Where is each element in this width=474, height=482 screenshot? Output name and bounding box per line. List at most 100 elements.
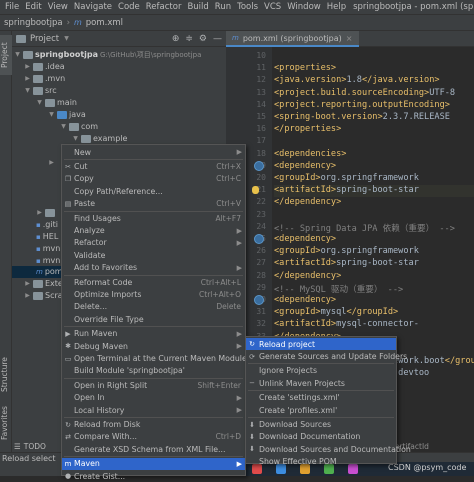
tree-root[interactable]: ▼ springbootjpa G:\GitHub\项目\springbootj… <box>14 49 201 61</box>
context-menu-item-paste[interactable]: ▤ Paste Ctrl+V <box>62 198 245 210</box>
file-icon: ▪ <box>36 244 41 253</box>
maven-icon: m <box>64 459 72 468</box>
context-menu-item-maven[interactable]: m Maven ▶ <box>62 457 245 470</box>
maven-menu-item-show-effective-pom[interactable]: Show Effective POM <box>246 456 396 468</box>
context-menu-item-new[interactable]: New ▶ <box>62 146 245 158</box>
folder-icon <box>33 62 43 71</box>
maven-menu-item-create-profiles-xml[interactable]: Create 'profiles.xml' <box>246 404 396 416</box>
tab-pom-xml[interactable]: m pom.xml (springbootjpa) × <box>226 31 359 47</box>
menu-edit[interactable]: Edit <box>22 0 44 14</box>
tree-item-mvnw-cmd[interactable]: ▪ mvn <box>36 255 60 267</box>
tree-item-mvn[interactable]: ▶ .mvn <box>24 73 65 85</box>
line-number: 15 <box>256 112 266 121</box>
context-menu-item-generate-xsd-schema-from-xml-file[interactable]: Generate XSD Schema from XML File... <box>62 443 245 455</box>
tree-item-mvnw[interactable]: ▪ mvn <box>36 243 60 255</box>
context-menu-item-reload-from-disk[interactable]: ↻ Reload from Disk <box>62 418 245 430</box>
menu-window[interactable]: Window <box>284 0 324 14</box>
maven-menu-item-unlink-maven-projects[interactable]: − Unlink Maven Projects <box>246 377 396 389</box>
maven-menu-item-download-sources[interactable]: ⬇ Download Sources <box>246 418 396 430</box>
context-menu-item-create-gist[interactable]: ● Create Gist... <box>62 470 245 482</box>
context-menu-item-run-maven[interactable]: ▶ Run Maven ▶ <box>62 328 245 340</box>
line-number: 31 <box>256 307 266 317</box>
chevron-right-icon: ▶ <box>236 329 242 338</box>
tree-item-java[interactable]: ▼ java <box>48 109 86 121</box>
collapse-icon[interactable]: ≑ <box>185 31 193 46</box>
menu-item-label: Validate <box>74 250 106 260</box>
tree-item-help[interactable]: ▪ HEL <box>36 231 58 243</box>
context-menu-item-open-in[interactable]: Open In ▶ <box>62 392 245 404</box>
tree-item-test[interactable]: ▶ <box>36 207 55 219</box>
tab-structure[interactable]: Structure <box>0 351 12 399</box>
maven-menu-item-create-settings-xml[interactable]: Create 'settings.xml' <box>246 392 396 404</box>
menu-code[interactable]: Code <box>115 0 143 14</box>
tree-item-main[interactable]: ▼ main <box>36 97 77 109</box>
chevron-right-icon: ▶ <box>25 75 30 83</box>
menu-build[interactable]: Build <box>184 0 211 14</box>
context-menu-item-reformat-code[interactable]: Reformat Code Ctrl+Alt+L <box>62 276 245 288</box>
tree-item-com[interactable]: ▼ com <box>60 121 98 133</box>
context-menu-item-cut[interactable]: ✂ Cut Ctrl+X <box>62 160 245 172</box>
tree-item-idea[interactable]: ▶ .idea <box>24 61 64 73</box>
menu-vcs[interactable]: VCS <box>261 0 284 14</box>
tree-item-src[interactable]: ▼ src <box>24 85 57 97</box>
maven-dependency-icon[interactable] <box>254 234 264 244</box>
menu-navigate[interactable]: Navigate <box>71 0 115 14</box>
hide-icon[interactable]: — <box>213 31 222 46</box>
context-menu-item-add-to-favorites[interactable]: Add to Favorites ▶ <box>62 262 245 274</box>
menu-refactor[interactable]: Refactor <box>143 0 185 14</box>
context-menu-item-override-file-type[interactable]: Override File Type <box>62 313 245 325</box>
todo-icon: ☰ <box>14 441 21 451</box>
menu-help[interactable]: Help <box>324 0 349 14</box>
tab-favorites[interactable]: Favorites <box>0 401 12 445</box>
context-menu-item-analyze[interactable]: Analyze ▶ <box>62 224 245 236</box>
maven-menu-item-generate-sources-and-update-folders[interactable]: ⟳ Generate Sources and Update Folders <box>246 350 407 362</box>
context-menu-item-delete[interactable]: Delete... Delete <box>62 301 245 313</box>
maven-dependency-icon[interactable] <box>254 295 264 305</box>
context-menu-item-compare-with[interactable]: ⇄ Compare With... Ctrl+D <box>62 431 245 443</box>
chevron-down-icon[interactable]: ▼ <box>63 35 70 42</box>
context-menu-item-validate[interactable]: Validate <box>62 249 245 261</box>
project-panel-title[interactable]: Project <box>30 34 59 44</box>
context-menu-item-copy-path-reference[interactable]: Copy Path/Reference... <box>62 185 245 197</box>
line-number: 22 <box>256 197 266 207</box>
menu-view[interactable]: View <box>45 0 71 14</box>
close-icon[interactable]: × <box>346 34 353 43</box>
lightbulb-icon[interactable] <box>252 186 259 195</box>
gear-icon[interactable]: ⚙ <box>199 31 207 46</box>
menu-item-label: Create 'profiles.xml' <box>259 405 338 415</box>
shortcut-label: Ctrl+D <box>215 432 241 442</box>
context-menu-item-find-usages[interactable]: Find Usages Alt+F7 <box>62 212 245 224</box>
tree-item-example[interactable]: ▼ example <box>72 133 127 145</box>
context-menu-item-open-terminal-at-the-current-maven-module-path[interactable]: ▭ Open Terminal at the Current Maven Modu… <box>62 352 267 364</box>
nav-project[interactable]: springbootjpa <box>4 18 63 28</box>
tree-item-gitignore[interactable]: ▪ .giti <box>36 219 58 231</box>
menu-tools[interactable]: Tools <box>234 0 261 14</box>
context-menu-item-debug-maven[interactable]: ✱ Debug Maven ▶ <box>62 340 245 352</box>
menu-item-label: Reformat Code <box>74 277 133 287</box>
menu-item-label: Build Module 'springbootjpa' <box>74 366 185 376</box>
tab-todo[interactable]: TODO <box>24 442 46 451</box>
maven-menu-item-download-sources-and-documentation[interactable]: ⬇ Download Sources and Documentation <box>246 443 411 455</box>
tree-item-pom[interactable]: m pom <box>12 266 63 278</box>
nav-file[interactable]: pom.xml <box>86 18 123 28</box>
code-line: <dependency> <box>274 160 337 171</box>
maven-menu-item-ignore-projects[interactable]: Ignore Projects <box>246 365 396 377</box>
maven-menu-item-reload-project[interactable]: ↻ Reload project <box>246 338 396 351</box>
menu-item-label: Download Sources <box>259 420 332 430</box>
maven-menu-item-download-documentation[interactable]: ⬇ Download Documentation <box>246 431 396 443</box>
context-menu-item-copy[interactable]: ❐ Copy Ctrl+C <box>62 173 245 185</box>
folder-icon <box>45 98 55 107</box>
tree-item-resources[interactable]: ▶ <box>48 157 55 169</box>
menu-run[interactable]: Run <box>212 0 234 14</box>
shortcut-label: Delete <box>216 302 241 312</box>
tab-project[interactable]: Project <box>0 35 12 75</box>
context-menu-item-local-history[interactable]: Local History ▶ <box>62 404 245 416</box>
locate-icon[interactable]: ⊕ <box>172 31 180 46</box>
context-menu-item-optimize-imports[interactable]: Optimize Imports Ctrl+Alt+O <box>62 288 245 300</box>
maven-dependency-icon[interactable] <box>254 160 264 171</box>
context-menu-item-build-module-springbootjpa[interactable]: Build Module 'springbootjpa' <box>62 365 245 377</box>
context-menu-item-open-in-right-split[interactable]: Open in Right Split Shift+Enter <box>62 379 245 391</box>
menu-file[interactable]: File <box>2 0 22 14</box>
chevron-right-icon: › <box>66 17 70 28</box>
context-menu-item-refactor[interactable]: Refactor ▶ <box>62 237 245 249</box>
